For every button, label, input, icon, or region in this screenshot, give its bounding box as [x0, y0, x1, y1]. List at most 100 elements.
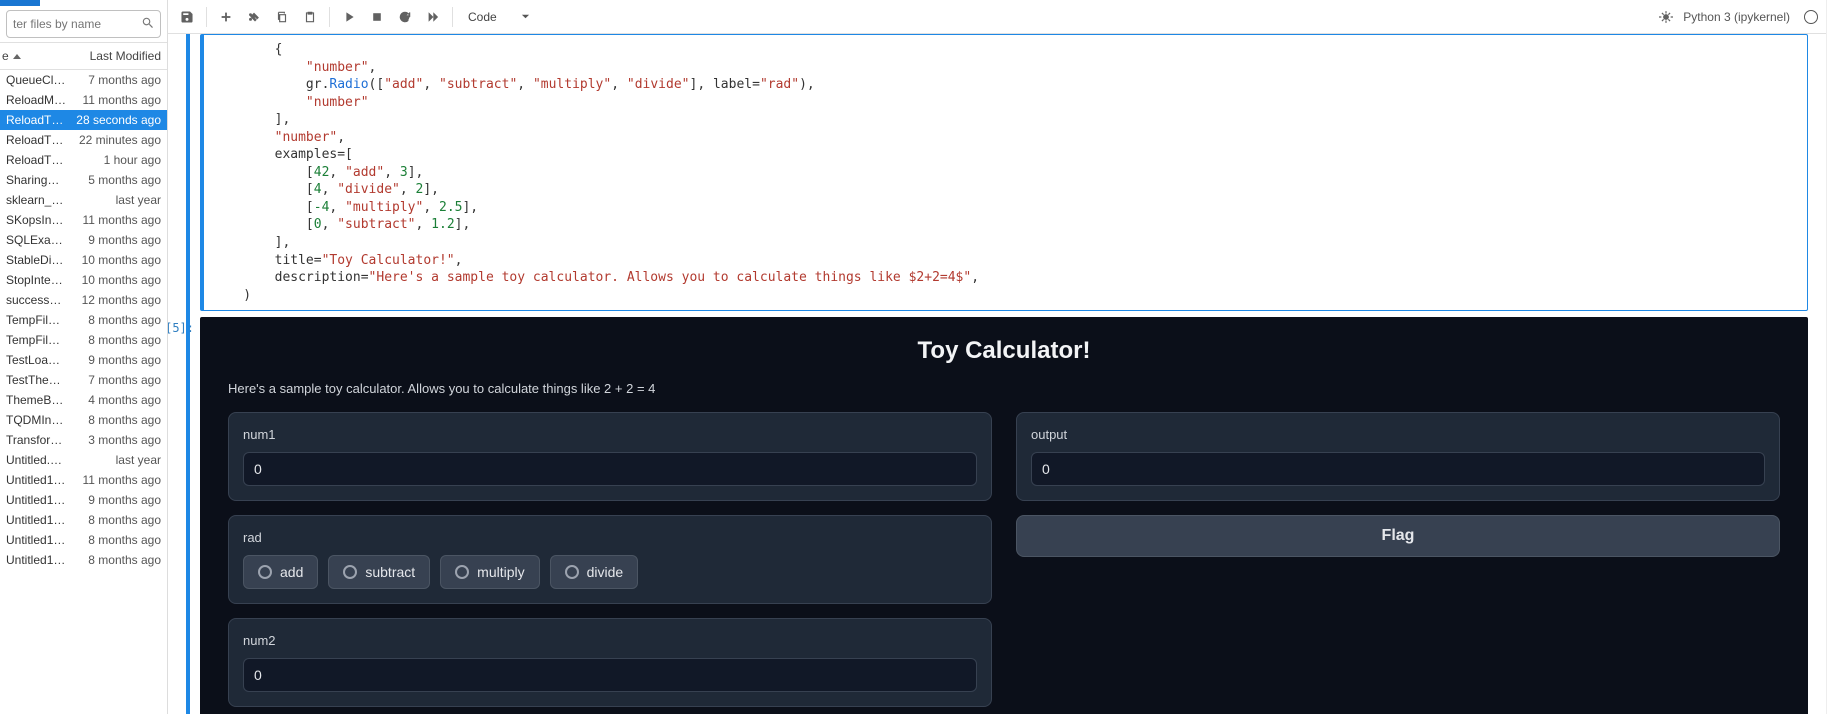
file-row[interactable]: ReloadT…28 seconds ago: [0, 110, 167, 130]
rad-option-label: add: [280, 564, 303, 580]
file-row[interactable]: StopInte…10 months ago: [0, 270, 167, 290]
rad-block: rad addsubtractmultiplydivide: [228, 515, 992, 604]
file-row[interactable]: Sharing…5 months ago: [0, 170, 167, 190]
file-row[interactable]: Untitled1…8 months ago: [0, 550, 167, 570]
output-cell: [5]: Toy Calculator! Here's a sample toy…: [200, 317, 1808, 714]
save-button[interactable]: [176, 6, 198, 28]
file-name-label: ReloadT…: [6, 113, 76, 127]
rad-option-label: multiply: [477, 564, 524, 580]
file-name-label: ReloadT…: [6, 153, 104, 167]
file-row[interactable]: TestThe…7 months ago: [0, 370, 167, 390]
copy-cell-button[interactable]: [271, 6, 293, 28]
radio-dot-icon: [565, 565, 579, 579]
rad-option-multiply[interactable]: multiply: [440, 555, 539, 589]
file-modified-label: 1 hour ago: [104, 153, 161, 167]
file-modified-label: 12 months ago: [82, 293, 161, 307]
file-name-label: Sharing…: [6, 173, 88, 187]
file-name-label: TempFil…: [6, 333, 88, 347]
debugger-button[interactable]: [1655, 6, 1677, 28]
notebook-scrollbar[interactable]: [1826, 0, 1842, 714]
file-modified-label: 11 months ago: [83, 93, 162, 107]
flag-button[interactable]: Flag: [1016, 515, 1780, 557]
file-row[interactable]: ThemeB…4 months ago: [0, 390, 167, 410]
output-input[interactable]: [1031, 452, 1765, 486]
file-row[interactable]: SKopsIn…11 months ago: [0, 210, 167, 230]
file-row[interactable]: success…12 months ago: [0, 290, 167, 310]
file-name-label: Untitled1…: [6, 493, 88, 507]
paste-cell-button[interactable]: [299, 6, 321, 28]
file-row[interactable]: Untitled1…9 months ago: [0, 490, 167, 510]
cell-selection-bar: [186, 34, 190, 714]
rad-option-divide[interactable]: divide: [550, 555, 639, 589]
file-name-label: TestThe…: [6, 373, 88, 387]
file-row[interactable]: SQLExa…9 months ago: [0, 230, 167, 250]
file-list[interactable]: QueueCl…7 months agoReloadM…11 months ag…: [0, 70, 167, 714]
file-name-label: sklearn_…: [6, 193, 116, 207]
file-name-label: ReloadM…: [6, 93, 83, 107]
file-name-label: Untitled1…: [6, 513, 88, 527]
file-row[interactable]: Transfor…3 months ago: [0, 430, 167, 450]
file-name-label: success…: [6, 293, 82, 307]
file-name-label: ThemeB…: [6, 393, 88, 407]
file-browser-panel: e Last Modified QueueCl…7 months agoRelo…: [0, 0, 168, 714]
num2-input[interactable]: [243, 658, 977, 692]
file-row[interactable]: Untitled1…11 months ago: [0, 470, 167, 490]
file-header-name-col[interactable]: e: [0, 43, 67, 69]
gradio-description: Here's a sample toy calculator. Allows y…: [228, 381, 1780, 396]
file-row[interactable]: ReloadT…1 hour ago: [0, 150, 167, 170]
num1-input[interactable]: [243, 452, 977, 486]
file-filter-row: [0, 6, 167, 42]
num1-label: num1: [243, 427, 977, 442]
file-row[interactable]: QueueCl…7 months ago: [0, 70, 167, 90]
file-row[interactable]: Untitled1…8 months ago: [0, 530, 167, 550]
cut-cell-button[interactable]: [243, 6, 265, 28]
rad-option-subtract[interactable]: subtract: [328, 555, 430, 589]
file-name-label: Untitled1…: [6, 553, 88, 567]
notebook-scroll[interactable]: { "number", gr.Radio(["add", "subtract",…: [168, 34, 1826, 714]
file-name-label: TQDMIn…: [6, 413, 88, 427]
file-modified-label: 7 months ago: [88, 373, 161, 387]
run-cell-button[interactable]: [338, 6, 360, 28]
notebook-area: Code Python 3 (ipykernel) { "number", gr…: [168, 0, 1826, 714]
file-name-label: TestLoa…: [6, 353, 88, 367]
file-name-label: TempFil…: [6, 313, 88, 327]
file-row[interactable]: StableDi…10 months ago: [0, 250, 167, 270]
file-modified-label: last year: [116, 453, 161, 467]
restart-kernel-button[interactable]: [394, 6, 416, 28]
file-row[interactable]: TempFil…8 months ago: [0, 330, 167, 350]
file-modified-label: 9 months ago: [88, 353, 161, 367]
file-modified-label: 8 months ago: [88, 533, 161, 547]
file-row[interactable]: TestLoa…9 months ago: [0, 350, 167, 370]
file-row[interactable]: Untitled.…last year: [0, 450, 167, 470]
file-filter-input[interactable]: [6, 10, 161, 38]
file-name-label: SQLExa…: [6, 233, 88, 247]
rad-option-add[interactable]: add: [243, 555, 318, 589]
file-row[interactable]: ReloadT…22 minutes ago: [0, 130, 167, 150]
output-block: output: [1016, 412, 1780, 501]
file-row[interactable]: ReloadM…11 months ago: [0, 90, 167, 110]
file-header-name-label: e: [2, 49, 9, 63]
file-modified-label: 3 months ago: [88, 433, 161, 447]
file-modified-label: 7 months ago: [88, 73, 161, 87]
file-row[interactable]: Untitled1…8 months ago: [0, 510, 167, 530]
gradio-app: Toy Calculator! Here's a sample toy calc…: [200, 317, 1808, 714]
restart-run-all-button[interactable]: [422, 6, 444, 28]
code-cell[interactable]: { "number", gr.Radio(["add", "subtract",…: [200, 34, 1808, 311]
file-row[interactable]: sklearn_…last year: [0, 190, 167, 210]
file-row[interactable]: TQDMIn…8 months ago: [0, 410, 167, 430]
file-name-label: Untitled1…: [6, 533, 88, 547]
kernel-status-icon[interactable]: [1804, 10, 1818, 24]
file-name-label: QueueCl…: [6, 73, 88, 87]
radio-dot-icon: [343, 565, 357, 579]
interrupt-kernel-button[interactable]: [366, 6, 388, 28]
cell-type-select[interactable]: Code: [461, 7, 537, 27]
file-row[interactable]: TempFil…8 months ago: [0, 310, 167, 330]
insert-cell-button[interactable]: [215, 6, 237, 28]
file-name-label: ReloadT…: [6, 133, 79, 147]
rad-option-label: subtract: [365, 564, 415, 580]
file-header-modified-col[interactable]: Last Modified: [67, 43, 167, 69]
sort-asc-icon: [13, 54, 21, 59]
code-editor[interactable]: { "number", gr.Radio(["add", "subtract",…: [200, 34, 1808, 311]
file-modified-label: 9 months ago: [88, 233, 161, 247]
file-modified-label: 8 months ago: [88, 513, 161, 527]
